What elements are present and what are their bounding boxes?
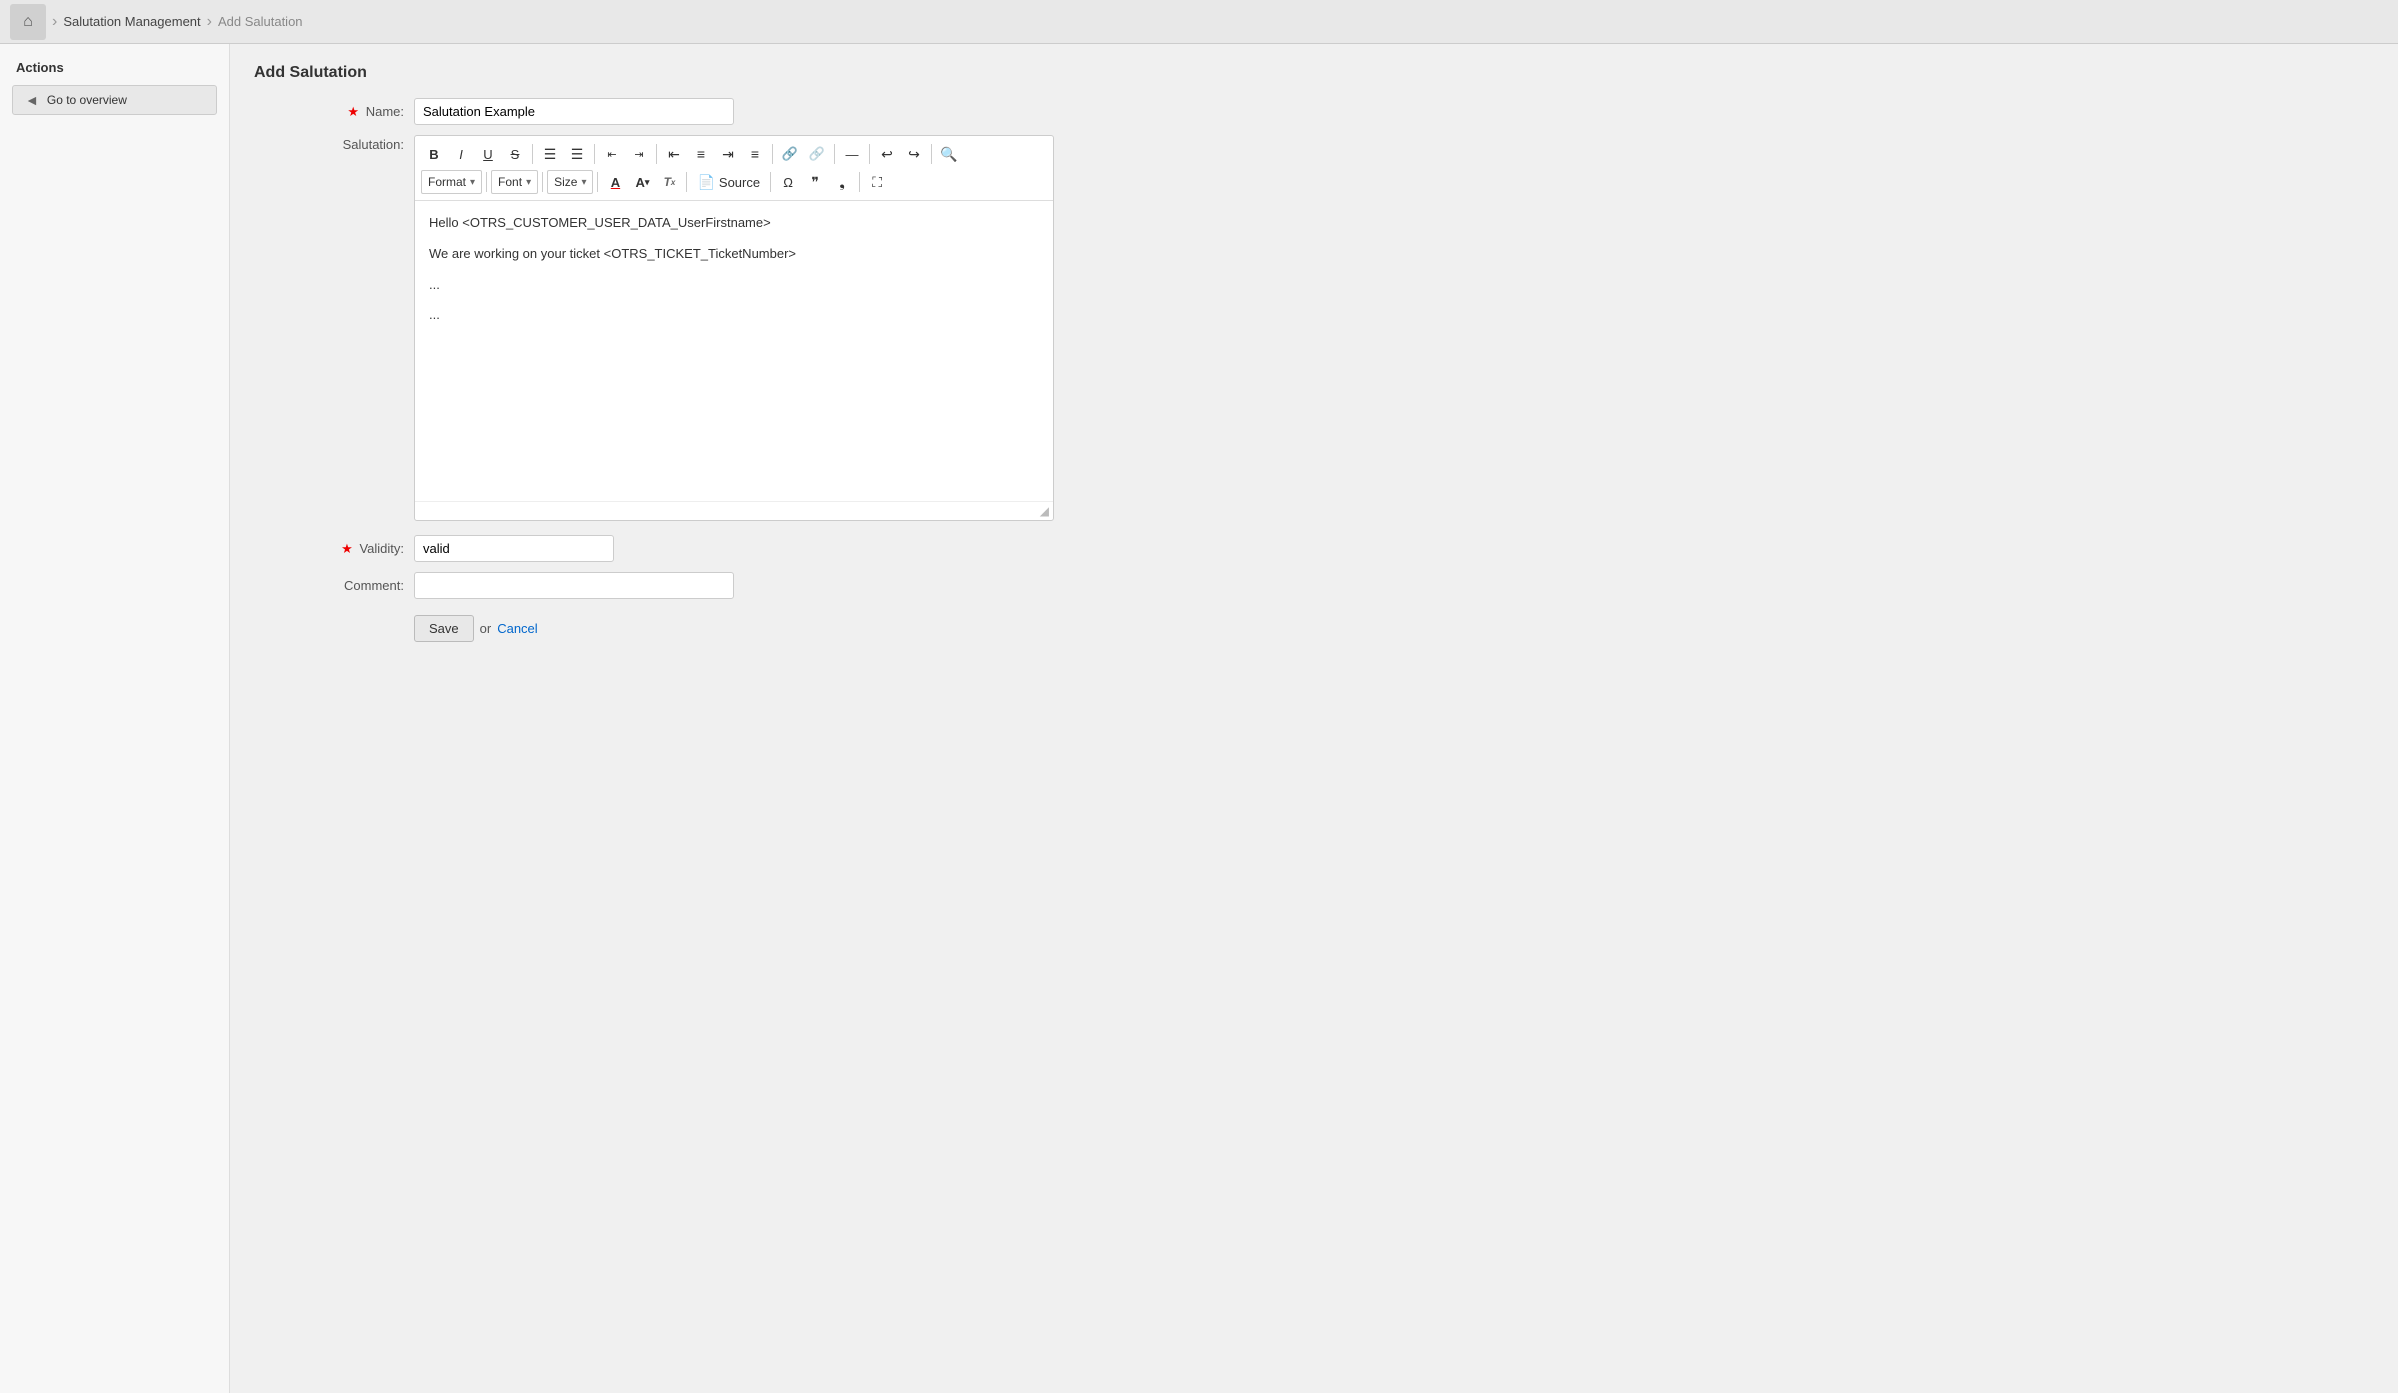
page-title: Add Salutation [254, 64, 2374, 82]
toolbar-sep-5 [834, 144, 835, 164]
unblockquote-button[interactable]: ❟ [829, 170, 855, 194]
save-button[interactable]: Save [414, 615, 474, 642]
format-label: Format [428, 175, 466, 189]
format-select[interactable]: Format ▾ [421, 170, 482, 194]
salutation-label: Salutation: [254, 135, 414, 152]
toolbar-sep-3 [656, 144, 657, 164]
editor-resize-handle[interactable]: ◢ [415, 501, 1053, 520]
editor-line-3: ... [429, 275, 1039, 296]
indent-increase-button[interactable]: ⇥ [626, 142, 652, 166]
special-char-button[interactable]: Ω [775, 170, 801, 194]
blockquote-button[interactable]: ❞ [802, 170, 828, 194]
toolbar-sep-7 [931, 144, 932, 164]
horizontal-rule-button[interactable]: — [839, 142, 865, 166]
redo-button[interactable]: ↪ [901, 142, 927, 166]
ordered-list-button[interactable]: ☰ [537, 142, 563, 166]
toolbar-sep-4 [772, 144, 773, 164]
breadcrumb-add-salutation: Add Salutation [218, 14, 303, 29]
clear-format-button[interactable]: Tx [656, 170, 682, 194]
name-label: ★ Name: [254, 104, 414, 120]
breadcrumb-salutation-management[interactable]: Salutation Management [63, 14, 200, 29]
validity-input[interactable] [414, 535, 614, 562]
format-arrow-icon: ▾ [470, 177, 475, 188]
comment-label: Comment: [254, 578, 414, 593]
or-label: or [480, 621, 492, 636]
name-input[interactable] [414, 98, 734, 125]
validity-row: ★ Validity: [254, 535, 2374, 562]
source-icon: 📄 [697, 174, 714, 191]
breadcrumb-arrow-1: › [52, 13, 57, 31]
indent-decrease-button[interactable]: ⇤ [599, 142, 625, 166]
source-button[interactable]: 📄 Source [691, 170, 766, 194]
toolbar-sep-6 [869, 144, 870, 164]
toolbar-sep-13 [859, 172, 860, 192]
cancel-link[interactable]: Cancel [497, 621, 537, 636]
resize-icon: ◢ [1040, 504, 1049, 518]
validity-label: ★ Validity: [254, 541, 414, 557]
fullscreen-button[interactable]: ⛶ [864, 170, 890, 194]
main-content: Add Salutation ★ Name: Salutation: B I U… [230, 44, 2398, 1393]
size-label: Size [554, 175, 577, 189]
strikethrough-button[interactable]: S [502, 142, 528, 166]
home-icon: ⌂ [23, 13, 33, 31]
font-color-button[interactable]: A [602, 170, 628, 194]
find-button[interactable]: 🔍 [936, 142, 962, 166]
toolbar-sep-1 [532, 144, 533, 164]
toolbar-row-1: B I U S ☰ ☰ ⇤ ⇥ ⇤ ≡ ⇥ ≡ [421, 140, 1047, 168]
home-button[interactable]: ⌂ [10, 4, 46, 40]
font-select[interactable]: Font ▾ [491, 170, 538, 194]
bold-button[interactable]: B [421, 142, 447, 166]
bg-color-button[interactable]: A▾ [629, 170, 655, 194]
unordered-list-button[interactable]: ☰ [564, 142, 590, 166]
align-left-button[interactable]: ⇤ [661, 142, 687, 166]
sidebar: Actions ◄ Go to overview [0, 44, 230, 1393]
editor-line-1: Hello <OTRS_CUSTOMER_USER_DATA_UserFirst… [429, 213, 1039, 234]
italic-button[interactable]: I [448, 142, 474, 166]
comment-input[interactable] [414, 572, 734, 599]
editor-container: B I U S ☰ ☰ ⇤ ⇥ ⇤ ≡ ⇥ ≡ [414, 135, 1054, 521]
size-select[interactable]: Size ▾ [547, 170, 593, 194]
toolbar-sep-8 [486, 172, 487, 192]
editor-area[interactable]: Hello <OTRS_CUSTOMER_USER_DATA_UserFirst… [415, 201, 1053, 501]
toolbar-sep-9 [542, 172, 543, 192]
align-center-button[interactable]: ≡ [688, 142, 714, 166]
toolbar: B I U S ☰ ☰ ⇤ ⇥ ⇤ ≡ ⇥ ≡ [415, 136, 1053, 201]
toolbar-sep-12 [770, 172, 771, 192]
go-to-overview-label: Go to overview [47, 93, 127, 107]
toolbar-sep-2 [594, 144, 595, 164]
comment-row: Comment: [254, 572, 2374, 599]
back-arrow-icon: ◄ [25, 92, 39, 108]
toolbar-sep-10 [597, 172, 598, 192]
underline-button[interactable]: U [475, 142, 501, 166]
font-arrow-icon: ▾ [526, 177, 531, 188]
link-button[interactable]: 🔗 [777, 142, 803, 166]
breadcrumb-arrow-2: › [207, 13, 212, 31]
editor-line-4: ... [429, 305, 1039, 326]
align-right-button[interactable]: ⇥ [715, 142, 741, 166]
editor-line-2: We are working on your ticket <OTRS_TICK… [429, 244, 1039, 265]
breadcrumb: ⌂ › Salutation Management › Add Salutati… [0, 0, 2398, 44]
size-arrow-icon: ▾ [581, 177, 586, 188]
undo-button[interactable]: ↩ [874, 142, 900, 166]
toolbar-sep-11 [686, 172, 687, 192]
salutation-editor-row: Salutation: B I U S ☰ ☰ ⇤ ⇥ [254, 135, 2374, 521]
font-label: Font [498, 175, 522, 189]
name-required-star: ★ [347, 104, 359, 119]
form-actions: Save or Cancel [254, 615, 2374, 642]
unlink-button[interactable]: 🔗 [804, 142, 830, 166]
toolbar-row-2: Format ▾ Font ▾ Size ▾ [421, 168, 1047, 196]
sidebar-title: Actions [0, 60, 229, 85]
go-to-overview-button[interactable]: ◄ Go to overview [12, 85, 217, 115]
align-justify-button[interactable]: ≡ [742, 142, 768, 166]
name-row: ★ Name: [254, 98, 2374, 125]
source-label: Source [719, 175, 760, 190]
validity-required-star: ★ [341, 541, 353, 556]
